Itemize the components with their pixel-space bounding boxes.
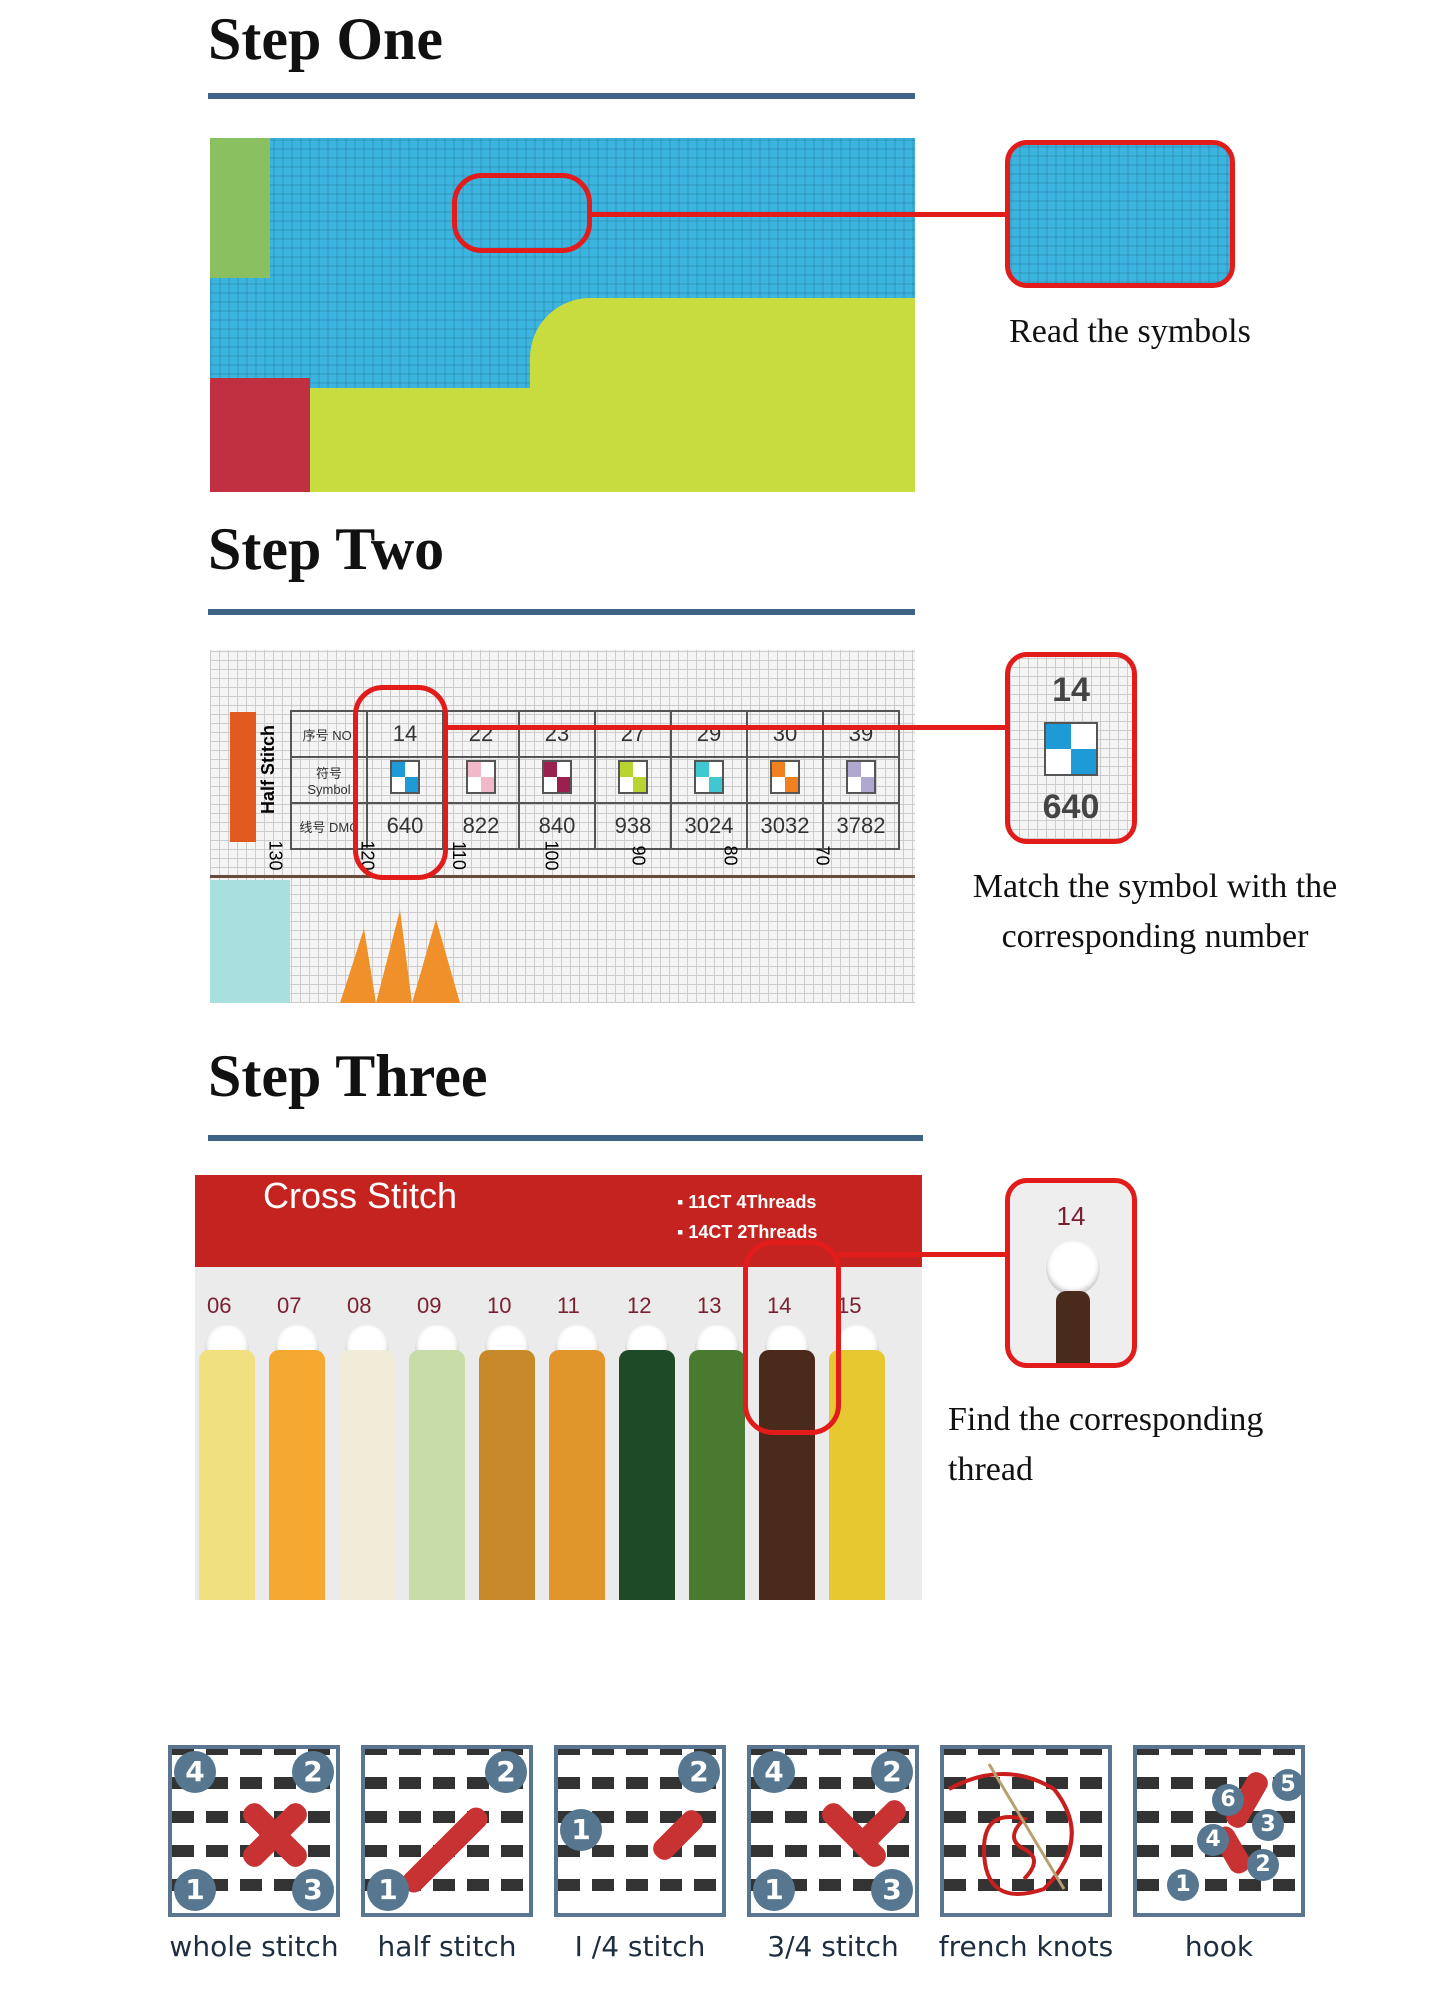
highlight-ring: [743, 1240, 841, 1435]
symbol-icon: [694, 760, 724, 794]
step-three-title: Step Three: [208, 1043, 488, 1109]
step-number-badge: 1: [174, 1869, 216, 1911]
step-number-badge: 1: [560, 1809, 602, 1851]
symbol-zoom-callout: [1005, 140, 1235, 288]
step-number-badge: 2: [485, 1751, 527, 1793]
stitch-diagram-french-knots: [940, 1745, 1112, 1917]
symbol-icon: [466, 760, 496, 794]
step-number-badge: 3: [871, 1869, 913, 1911]
thread-number: 09: [417, 1293, 442, 1318]
symbol-icon: [542, 760, 572, 794]
thread-number: 06: [207, 1293, 232, 1318]
thread-number: 07: [277, 1293, 302, 1318]
divider: [208, 93, 915, 99]
ruler-label: 110: [448, 841, 469, 870]
thread-number: 10: [487, 1293, 512, 1318]
ruler-label: 100: [541, 840, 562, 871]
thread-number: 12: [627, 1293, 652, 1318]
highlight-ring: [353, 685, 448, 880]
ruler-label: 130: [265, 840, 286, 871]
stitch-diagram-half-stitch: 21: [361, 1745, 533, 1917]
thread-number: 13: [697, 1293, 722, 1318]
thread-skein: [199, 1350, 255, 1600]
symbol-icon: [846, 760, 876, 794]
number-zoom-callout: 14 640: [1005, 652, 1137, 844]
ruler-label: 90: [628, 845, 649, 866]
chart-key-photo: Half Stitch 序号 NO. 14 22 23 27 29 30 39 符号 Symb…: [210, 650, 915, 1003]
ruler-label: 80: [720, 845, 741, 866]
thread-skein: [269, 1350, 325, 1600]
step-three-caption: Find the corresponding thread: [948, 1401, 1264, 1488]
thread-number: 11: [557, 1293, 580, 1318]
step-number-badge: 4: [174, 1751, 216, 1793]
divider: [208, 1135, 923, 1141]
step-number-badge: 1: [753, 1869, 795, 1911]
thread-skein: [549, 1350, 605, 1600]
step-number-badge: 3: [292, 1869, 334, 1911]
step-one-caption: Read the symbols: [1009, 313, 1251, 350]
step-number-badge: 1: [367, 1869, 409, 1911]
stitch-diagram-hook: 56342 1: [1133, 1745, 1305, 1917]
step-number-badge: 2: [871, 1751, 913, 1793]
step-one-title: Step One: [208, 6, 444, 72]
stitch-diagram-i-4-stitch: 21: [554, 1745, 726, 1917]
highlight-ring: [452, 173, 592, 253]
step-number-badge: 6: [1212, 1784, 1244, 1816]
step-two-title: Step Two: [208, 516, 445, 582]
step-number-badge: 4: [753, 1751, 795, 1793]
step-two-caption: Match the symbol with the corresponding n…: [972, 868, 1338, 955]
divider: [208, 609, 915, 615]
stitch-label: french knots: [938, 1930, 1114, 1963]
thread-skein: [689, 1350, 745, 1600]
stitch-label: half stitch: [377, 1930, 517, 1963]
symbol-icon: [618, 760, 648, 794]
step-number-badge: 2: [678, 1751, 720, 1793]
thread-skein: [339, 1350, 395, 1600]
thread-skein: [619, 1350, 675, 1600]
stitch-diagram-3-4-stitch: 4 2 1 3: [747, 1745, 919, 1917]
step-number-badge: 1: [1167, 1869, 1199, 1901]
callout-line: [590, 212, 1010, 217]
callout-line: [838, 1252, 1008, 1257]
symbol-icon: [1044, 722, 1098, 776]
stitch-diagram-whole-stitch: 4 2 1 3: [168, 1745, 340, 1917]
stitch-label: hook: [1184, 1930, 1254, 1963]
thread-skein: [479, 1350, 535, 1600]
step-number-badge: 2: [1247, 1849, 1279, 1881]
step-number-badge: 3: [1252, 1809, 1284, 1841]
step-number-badge: 5: [1272, 1769, 1301, 1801]
ruler-label: 70: [812, 845, 833, 866]
thread-skein: [409, 1350, 465, 1600]
stitch-label: I /4 stitch: [574, 1930, 706, 1963]
thread-number: 08: [347, 1293, 372, 1318]
symbol-icon: [770, 760, 800, 794]
step-number-badge: 4: [1197, 1824, 1229, 1856]
callout-line: [447, 725, 1007, 730]
step-number-badge: 2: [292, 1751, 334, 1793]
thread-zoom-callout: 14: [1005, 1178, 1137, 1368]
stitch-label: whole stitch: [169, 1930, 339, 1963]
stitch-label: 3/4 stitch: [767, 1930, 899, 1963]
